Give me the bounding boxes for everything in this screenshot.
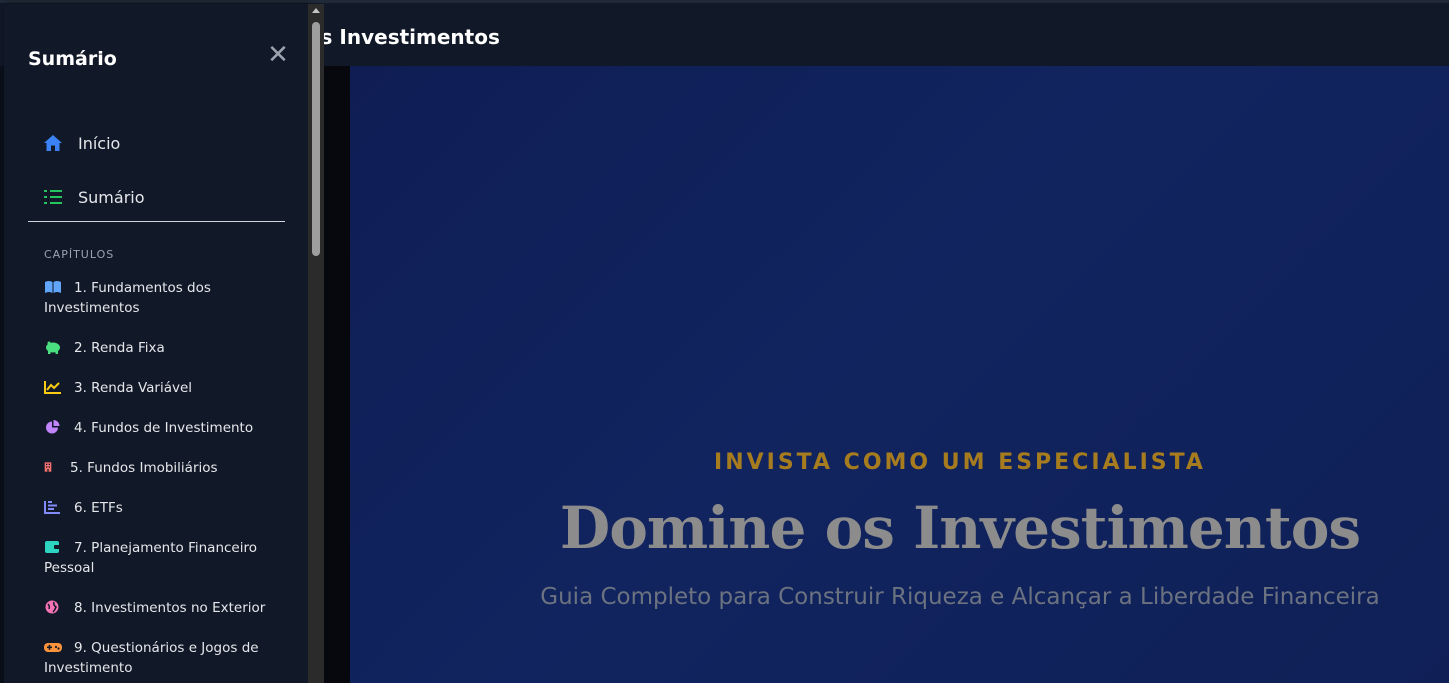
- nav-item-inicio[interactable]: Início: [28, 116, 285, 170]
- chapter-label: 2. Renda Fixa: [74, 340, 165, 356]
- header-title-text: Domine os Investimentos: [308, 25, 500, 49]
- close-icon[interactable]: ✕: [266, 41, 290, 67]
- chapter-link-9[interactable]: 9. Questionários e Jogos de Investimento: [44, 638, 284, 678]
- chapter-link-4[interactable]: 4. Fundos de Investimento: [44, 418, 284, 438]
- hero-subtitle: Guia Completo para Construir Riqueza e A…: [540, 584, 1380, 610]
- drawer-nav: Início Sumário: [28, 116, 285, 224]
- chapter-link-3[interactable]: 3. Renda Variável: [44, 378, 284, 398]
- nav-item-label: Início: [78, 133, 121, 153]
- header-title: Domine os Investimentos: [308, 25, 508, 49]
- scrollbar-thumb[interactable]: [312, 22, 320, 256]
- chapter-label: 5. Fundos Imobiliários: [70, 460, 218, 476]
- chapter-link-2[interactable]: 2. Renda Fixa: [44, 338, 284, 358]
- globe-icon: [45, 600, 59, 614]
- chapter-label: 4. Fundos de Investimento: [74, 420, 254, 436]
- drawer-scrollbar[interactable]: [308, 4, 324, 683]
- chapter-link-5[interactable]: 5. Fundos Imobiliários: [44, 458, 284, 478]
- chapter-label: 6. ETFs: [74, 500, 123, 516]
- nav-item-label: Sumário: [78, 187, 145, 207]
- bar-chart-icon: [44, 501, 60, 514]
- chapters-list: 1. Fundamentos dos Investimentos 2. Rend…: [44, 278, 284, 683]
- pie-chart-icon: [46, 420, 60, 434]
- chapter-label: 1. Fundamentos dos Investimentos: [44, 280, 211, 316]
- hero-kicker: INVISTA COMO UM ESPECIALISTA: [714, 450, 1206, 475]
- hero-title: Domine os Investimentos: [559, 494, 1361, 562]
- home-icon: [42, 132, 64, 154]
- app-root: Domine os Investimentos INVISTA COMO UM …: [0, 0, 1449, 683]
- chapter-link-8[interactable]: 8. Investimentos no Exterior: [44, 598, 284, 618]
- sidebar-drawer: Sumário ✕ Início Sumário CAPÍTULOS 1. Fu…: [4, 4, 308, 683]
- scroll-up-arrow-icon[interactable]: [312, 8, 320, 13]
- line-chart-icon: [44, 381, 61, 394]
- building-icon: [44, 462, 52, 472]
- chapter-link-1[interactable]: 1. Fundamentos dos Investimentos: [44, 278, 284, 318]
- drawer-divider: [28, 221, 285, 222]
- chapter-label: 7. Planejamento Financeiro Pessoal: [44, 540, 257, 576]
- nav-item-sumario[interactable]: Sumário: [28, 170, 285, 224]
- list-ordered-icon: [42, 186, 64, 208]
- drawer-title: Sumário: [28, 48, 117, 70]
- gamepad-icon: [44, 643, 62, 652]
- chapter-label: 9. Questionários e Jogos de Investimento: [44, 640, 259, 676]
- chapter-label: 3. Renda Variável: [74, 380, 193, 396]
- piggy-bank-icon: [46, 341, 60, 354]
- chapter-link-6[interactable]: 6. ETFs: [44, 498, 284, 518]
- chapter-link-7[interactable]: 7. Planejamento Financeiro Pessoal: [44, 538, 284, 578]
- chapters-section-label: CAPÍTULOS: [44, 248, 115, 261]
- chapter-label: 8. Investimentos no Exterior: [74, 600, 266, 616]
- hero-section: INVISTA COMO UM ESPECIALISTA Domine os I…: [350, 66, 1449, 683]
- book-open-icon: [45, 281, 61, 293]
- wallet-icon: [45, 541, 60, 553]
